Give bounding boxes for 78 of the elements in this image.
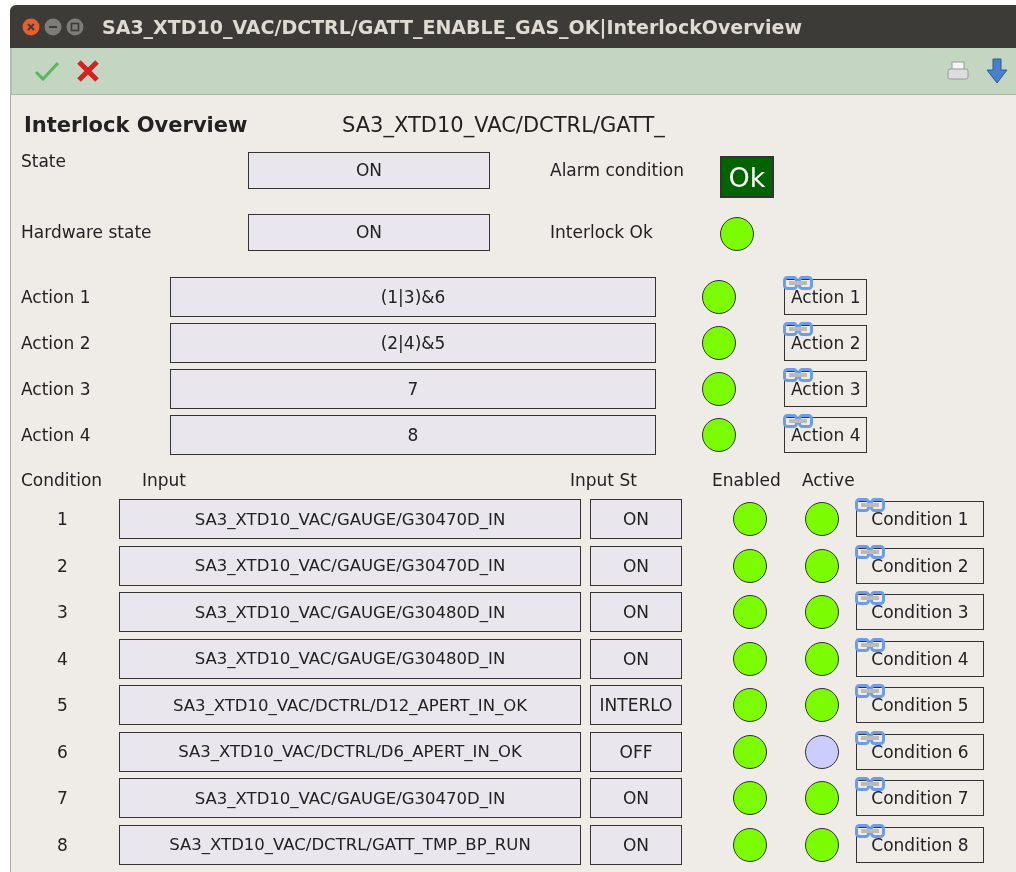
input-state-field: ON xyxy=(590,778,682,818)
condition-button[interactable]: Condition 2 xyxy=(856,547,984,584)
alarm-label: Alarm condition xyxy=(550,160,686,180)
condition-number: 6 xyxy=(56,741,69,762)
input-state-field: OFF xyxy=(590,731,682,772)
link-icon xyxy=(855,591,885,605)
condition-number: 7 xyxy=(56,788,69,808)
action-expression-field: 7 xyxy=(170,369,656,409)
input-state-field: ON xyxy=(590,499,682,539)
hardware-state-label: Hardware state xyxy=(21,222,153,242)
maximize-icon[interactable] xyxy=(66,17,84,36)
input-state-field: ON xyxy=(590,545,682,586)
action-expression-field: (1|3)&6 xyxy=(170,277,656,317)
link-icon xyxy=(855,637,885,652)
link-icon xyxy=(783,368,813,382)
action-label: Action 1 xyxy=(21,287,92,307)
state-field: ON xyxy=(248,151,490,189)
condition-number: 5 xyxy=(56,695,69,715)
action-button[interactable]: Action 3 xyxy=(784,371,868,407)
link-icon xyxy=(855,498,885,512)
input-state-field: ON xyxy=(590,638,682,679)
printer-icon[interactable] xyxy=(946,60,970,82)
column-header: Input xyxy=(142,470,188,490)
input-field: SA3_XTD10_VAC/GAUGE/G30480D_IN xyxy=(119,592,581,632)
condition-button[interactable]: Condition 3 xyxy=(856,594,984,630)
condition-number: 2 xyxy=(56,555,69,576)
link-icon xyxy=(855,730,885,745)
condition-button[interactable]: Condition 5 xyxy=(856,687,984,723)
action-expression-field: 8 xyxy=(170,415,656,455)
state-label: State xyxy=(21,151,67,171)
link-icon xyxy=(855,544,885,559)
input-field: SA3_XTD10_VAC/GAUGE/G30470D_IN xyxy=(119,545,581,586)
action-button[interactable]: Action 4 xyxy=(784,417,868,453)
window-title: SA3_XTD10_VAC/DCTRL/GATT_ENABLE_GAS_OK|InterlockOverview xyxy=(102,15,802,38)
action-label: Action 4 xyxy=(21,425,92,445)
condition-button[interactable]: Condition 4 xyxy=(856,640,984,677)
column-header: Active xyxy=(802,470,855,490)
link-icon xyxy=(783,276,813,290)
panel-title: Interlock Overview xyxy=(23,113,249,137)
input-state-field: ON xyxy=(590,824,682,865)
input-field: SA3_XTD10_VAC/GAUGE/G30470D_IN xyxy=(119,778,581,818)
action-button[interactable]: Action 2 xyxy=(784,325,868,361)
link-icon xyxy=(855,684,885,698)
condition-button[interactable]: Condition 1 xyxy=(856,501,984,537)
condition-number: 3 xyxy=(56,602,69,622)
column-header: Input St xyxy=(570,470,638,490)
input-field: SA3_XTD10_VAC/GAUGE/G30470D_IN xyxy=(119,499,581,539)
condition-number: 8 xyxy=(56,834,69,855)
close-icon[interactable] xyxy=(22,17,40,36)
condition-button[interactable]: Condition 6 xyxy=(856,733,984,770)
column-header: Condition xyxy=(21,470,104,490)
condition-number: 1 xyxy=(56,509,69,529)
link-icon xyxy=(855,823,885,838)
alarm-indicator: Ok xyxy=(720,156,774,198)
action-expression-field: (2|4)&5 xyxy=(170,323,656,363)
input-field: SA3_XTD10_VAC/DCTRL/D12_APERT_IN_OK xyxy=(119,685,581,725)
checkmark-icon[interactable] xyxy=(34,60,60,82)
input-field: SA3_XTD10_VAC/DCTRL/GATT_TMP_BP_RUN xyxy=(119,824,581,865)
column-header: Enabled xyxy=(712,470,782,490)
down-arrow-icon[interactable] xyxy=(986,58,1008,84)
link-icon xyxy=(855,777,885,791)
interlock-ok-label: Interlock Ok xyxy=(550,222,654,242)
condition-button[interactable]: Condition 7 xyxy=(856,780,984,816)
action-button[interactable]: Action 1 xyxy=(784,279,868,315)
link-icon xyxy=(783,414,813,428)
hardware-state-field: ON xyxy=(248,213,490,251)
condition-number: 4 xyxy=(56,648,69,669)
close-icon[interactable] xyxy=(76,59,100,83)
device-name: SA3_XTD10_VAC/DCTRL/GATT_ xyxy=(342,113,665,137)
input-state-field: INTERLO xyxy=(590,685,682,725)
condition-button[interactable]: Condition 8 xyxy=(856,826,984,863)
input-field: SA3_XTD10_VAC/GAUGE/G30480D_IN xyxy=(119,638,581,679)
input-field: SA3_XTD10_VAC/DCTRL/D6_APERT_IN_OK xyxy=(119,731,581,772)
action-label: Action 3 xyxy=(21,379,92,399)
minimize-icon[interactable] xyxy=(44,17,62,36)
link-icon xyxy=(783,322,813,336)
action-label: Action 2 xyxy=(21,333,92,353)
input-state-field: ON xyxy=(590,592,682,632)
